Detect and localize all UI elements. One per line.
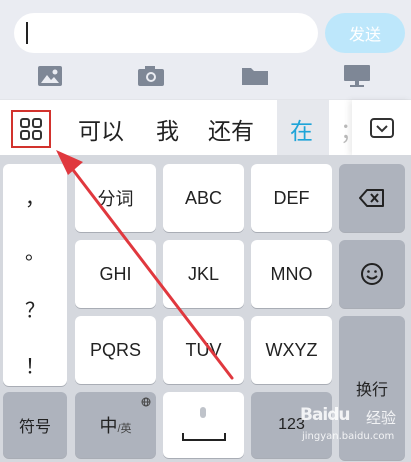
camera-icon[interactable]	[135, 62, 167, 90]
language-switch-key[interactable]: 中 /英	[75, 392, 156, 458]
text-caret	[26, 22, 28, 44]
folder-icon[interactable]	[239, 62, 271, 90]
microphone-icon	[200, 407, 206, 418]
send-button[interactable]: 发送	[325, 13, 405, 53]
watermark-text: 经验	[366, 409, 397, 427]
key-def[interactable]: DEF	[251, 164, 332, 232]
candidate-word[interactable]: 还有	[208, 112, 254, 146]
watermark: Baidu 经验 jingyan.baidu.com	[300, 405, 408, 455]
compose-bar: 发送	[0, 0, 411, 99]
symbols-key[interactable]: 符号	[3, 392, 67, 458]
candidate-word-selected[interactable]: 在	[290, 112, 313, 146]
globe-icon	[141, 397, 151, 407]
watermark-logo: Baidu	[300, 405, 351, 425]
space-bar-icon	[182, 433, 226, 441]
punctuation-key[interactable]: 。	[3, 236, 67, 265]
key-jkl[interactable]: JKL	[163, 240, 244, 308]
punctuation-key[interactable]: ？	[3, 294, 67, 323]
key-pqrs[interactable]: PQRS	[75, 316, 156, 384]
monitor-icon[interactable]	[341, 62, 373, 90]
key-wxyz[interactable]: WXYZ	[251, 316, 332, 384]
punctuation-column[interactable]: ， 。 ？ ！	[3, 164, 67, 386]
language-main-label: 中	[99, 416, 118, 436]
key-ghi[interactable]: GHI	[75, 240, 156, 308]
punctuation-key[interactable]: ！	[3, 350, 67, 379]
punctuation-key[interactable]: ，	[3, 182, 67, 211]
candidate-word[interactable]: 我	[156, 112, 179, 146]
backspace-icon	[359, 189, 384, 207]
smiley-icon	[361, 263, 383, 285]
key-tuv[interactable]: TUV	[163, 316, 244, 384]
backspace-key[interactable]	[339, 164, 405, 232]
watermark-url: jingyan.baidu.com	[302, 431, 395, 442]
key-segment[interactable]: 分词	[75, 164, 156, 232]
image-icon[interactable]	[34, 62, 66, 90]
key-abc[interactable]: ABC	[163, 164, 244, 232]
chevron-down-box-icon	[369, 118, 394, 138]
menu-grid-button[interactable]	[11, 110, 51, 148]
collapse-candidates-button[interactable]	[352, 100, 411, 156]
language-sub-label: /英	[117, 423, 132, 435]
key-mno[interactable]: MNO	[251, 240, 332, 308]
message-input[interactable]	[14, 13, 318, 53]
candidate-word[interactable]: 可以	[78, 112, 124, 146]
space-key[interactable]	[163, 392, 244, 458]
grid-icon	[20, 118, 42, 140]
emoji-key[interactable]	[339, 240, 405, 308]
candidate-bar: 可以 我 还有 在 ；	[0, 99, 411, 156]
